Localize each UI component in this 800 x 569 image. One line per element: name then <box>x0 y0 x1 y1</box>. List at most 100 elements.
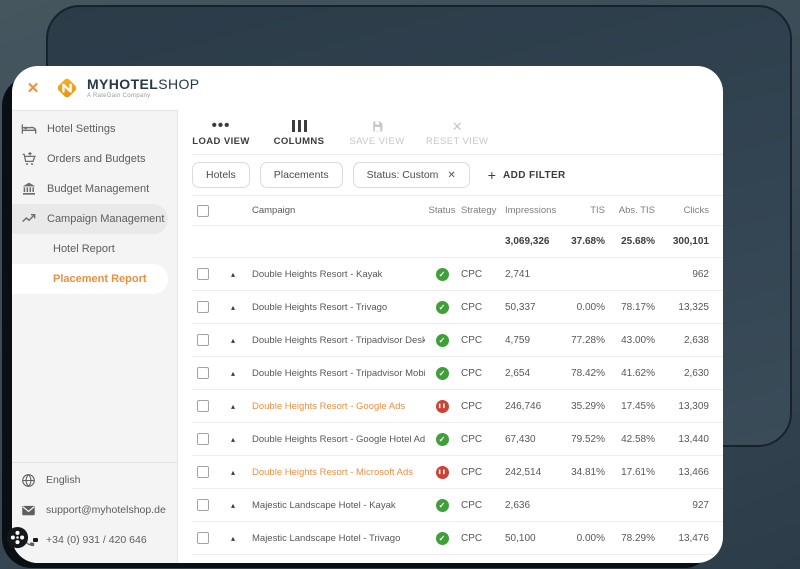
col-header-status[interactable]: Status <box>425 205 459 216</box>
impressions-value: 4,759 <box>505 334 531 346</box>
campaign-name[interactable]: Double Heights Resort - Microsoft Ads <box>244 467 425 478</box>
row-checkbox[interactable] <box>197 466 209 478</box>
clicks-value: 962 <box>692 268 709 280</box>
footer-item-mail[interactable]: support@myhotelshop.de <box>12 495 177 525</box>
remove-filter-icon[interactable]: ✕ <box>447 170 455 181</box>
sidebar-item-campaign-management[interactable]: Campaign Management <box>12 204 168 234</box>
filter-chip-status[interactable]: Status: Custom ✕ <box>352 162 470 188</box>
status-active-icon[interactable] <box>435 498 449 512</box>
col-header-clicks[interactable]: Clicks <box>657 205 711 216</box>
clicks-value: 13,466 <box>678 466 709 478</box>
row-checkbox[interactable] <box>197 433 209 445</box>
clicks-value: 927 <box>692 499 709 511</box>
globe-icon <box>21 473 36 488</box>
row-checkbox[interactable] <box>197 334 209 346</box>
campaign-name[interactable]: Double Heights Resort - Kayak <box>244 269 425 280</box>
collapse-caret-icon[interactable]: ▴ <box>222 468 244 477</box>
columns-button[interactable]: COLUMNS <box>270 120 328 147</box>
col-header-impressions[interactable]: Impressions <box>503 205 561 216</box>
campaign-name[interactable]: Double Heights Resort - Tripadvisor Mobi… <box>244 368 425 379</box>
plus-icon: + <box>487 167 496 183</box>
impressions-value: 242,514 <box>505 466 542 478</box>
collapse-caret-icon[interactable]: ▴ <box>222 270 244 279</box>
col-header-abs-tis[interactable]: Abs. TIS <box>607 205 657 216</box>
row-checkbox[interactable] <box>197 499 209 511</box>
table-row: ▴Majestic Landscape Hotel - Trivago CPC 50… <box>192 522 723 555</box>
collapse-caret-icon[interactable]: ▴ <box>222 369 244 378</box>
tis-value: 34.81% <box>571 466 605 478</box>
tis-value: 0.00% <box>576 301 605 313</box>
abs-tis-value: 43.00% <box>621 334 655 346</box>
sidebar-item-orders-and-budgets[interactable]: Orders and Budgets <box>12 144 177 174</box>
total-impressions: 3,069,326 <box>505 236 550 247</box>
film-reel-badge[interactable] <box>5 526 30 551</box>
row-checkbox[interactable] <box>197 367 209 379</box>
table-body: ▴Double Heights Resort - KayakCPC2,74196… <box>192 258 723 555</box>
campaign-name[interactable]: Double Heights Resort - Google Hotel Ads <box>244 434 425 445</box>
total-clicks: 300,101 <box>672 236 709 247</box>
col-header-campaign[interactable]: Campaign <box>244 205 425 216</box>
col-header-tis[interactable]: TIS <box>561 205 607 216</box>
columns-icon <box>291 120 307 133</box>
status-paused-icon[interactable] <box>435 399 449 413</box>
tis-value: 35.29% <box>571 400 605 412</box>
status-active-icon[interactable] <box>435 300 449 314</box>
collapse-caret-icon[interactable]: ▴ <box>222 402 244 411</box>
collapse-caret-icon[interactable]: ▴ <box>222 534 244 543</box>
table-row: ▴ Double Heights Resort - Tripadvisor Des… <box>192 324 723 357</box>
collapse-caret-icon[interactable]: ▴ <box>222 435 244 444</box>
tis-value: 0.00% <box>576 532 605 544</box>
app-window: ✕ MYHOTELSHOP A RateGain Company Hotel S… <box>12 66 723 563</box>
sidebar-item-budget-management[interactable]: Budget Management <box>12 174 177 204</box>
campaign-name[interactable]: Majestic Landscape Hotel - Trivago <box>244 533 425 544</box>
sidebar-item-hotel-settings[interactable]: Hotel Settings <box>12 114 177 144</box>
strategy-value: CPC <box>461 466 483 478</box>
footer-item-globe[interactable]: English <box>12 465 177 495</box>
campaign-name[interactable]: Double Heights Resort - Tripadvisor Desk… <box>244 335 425 346</box>
load-view-button[interactable]: ••• LOAD VIEW <box>192 117 250 147</box>
sidebar-subitem-hotel-report[interactable]: Hotel Report <box>12 234 177 264</box>
campaign-name[interactable]: Majestic Landscape Hotel - Kayak <box>244 500 425 511</box>
impressions-value: 2,654 <box>505 367 531 379</box>
abs-tis-value: 41.62% <box>621 367 655 379</box>
sidebar-item-label: Budget Management <box>47 183 150 195</box>
status-active-icon[interactable] <box>435 432 449 446</box>
row-checkbox[interactable] <box>197 532 209 544</box>
trend-icon <box>21 211 37 227</box>
sidebar-nav: Hotel Settings Orders and Budgets Budget M… <box>12 111 177 294</box>
save-view-button[interactable]: SAVE VIEW <box>348 120 406 147</box>
row-checkbox[interactable] <box>197 400 209 412</box>
bed-icon <box>21 121 37 137</box>
table-row: ▴Double Heights Resort - Microsoft Ads CP… <box>192 456 723 489</box>
row-checkbox[interactable] <box>197 301 209 313</box>
close-icon[interactable]: ✕ <box>20 81 46 96</box>
clicks-value: 13,325 <box>678 301 709 313</box>
row-checkbox[interactable] <box>197 268 209 280</box>
col-header-strategy[interactable]: Strategy <box>459 205 503 216</box>
ellipsis-icon: ••• <box>211 117 231 134</box>
status-paused-icon[interactable] <box>435 465 449 479</box>
status-active-icon[interactable] <box>435 366 449 380</box>
reset-view-button[interactable]: ✕ RESET VIEW <box>426 120 488 147</box>
collapse-caret-icon[interactable]: ▴ <box>222 336 244 345</box>
filter-chip-placements[interactable]: Placements <box>259 162 343 188</box>
status-active-icon[interactable] <box>435 267 449 281</box>
collapse-caret-icon[interactable]: ▴ <box>222 501 244 510</box>
table-row: ▴Double Heights Resort - Kayak CPC 2,741 96… <box>192 258 723 291</box>
reset-x-icon: ✕ <box>451 118 463 134</box>
abs-tis-value: 78.17% <box>621 301 655 313</box>
filter-chip-hotels[interactable]: Hotels <box>192 162 250 188</box>
bank-icon <box>21 181 37 197</box>
campaign-name[interactable]: Double Heights Resort - Google Ads <box>244 401 425 412</box>
select-all-checkbox[interactable] <box>197 204 209 217</box>
impressions-value: 50,337 <box>505 301 536 313</box>
sidebar-subitem-placement-report[interactable]: Placement Report <box>12 264 168 294</box>
status-active-icon[interactable] <box>435 531 449 545</box>
collapse-caret-icon[interactable]: ▴ <box>222 303 244 312</box>
table-row: ▴ Double Heights Resort - Google Hotel Ad… <box>192 423 723 456</box>
add-filter-button[interactable]: + ADD FILTER <box>488 168 566 182</box>
status-active-icon[interactable] <box>435 333 449 347</box>
campaign-name[interactable]: Double Heights Resort - Trivago <box>244 302 425 313</box>
impressions-value: 50,100 <box>505 532 536 544</box>
impressions-value: 246,746 <box>505 400 542 412</box>
